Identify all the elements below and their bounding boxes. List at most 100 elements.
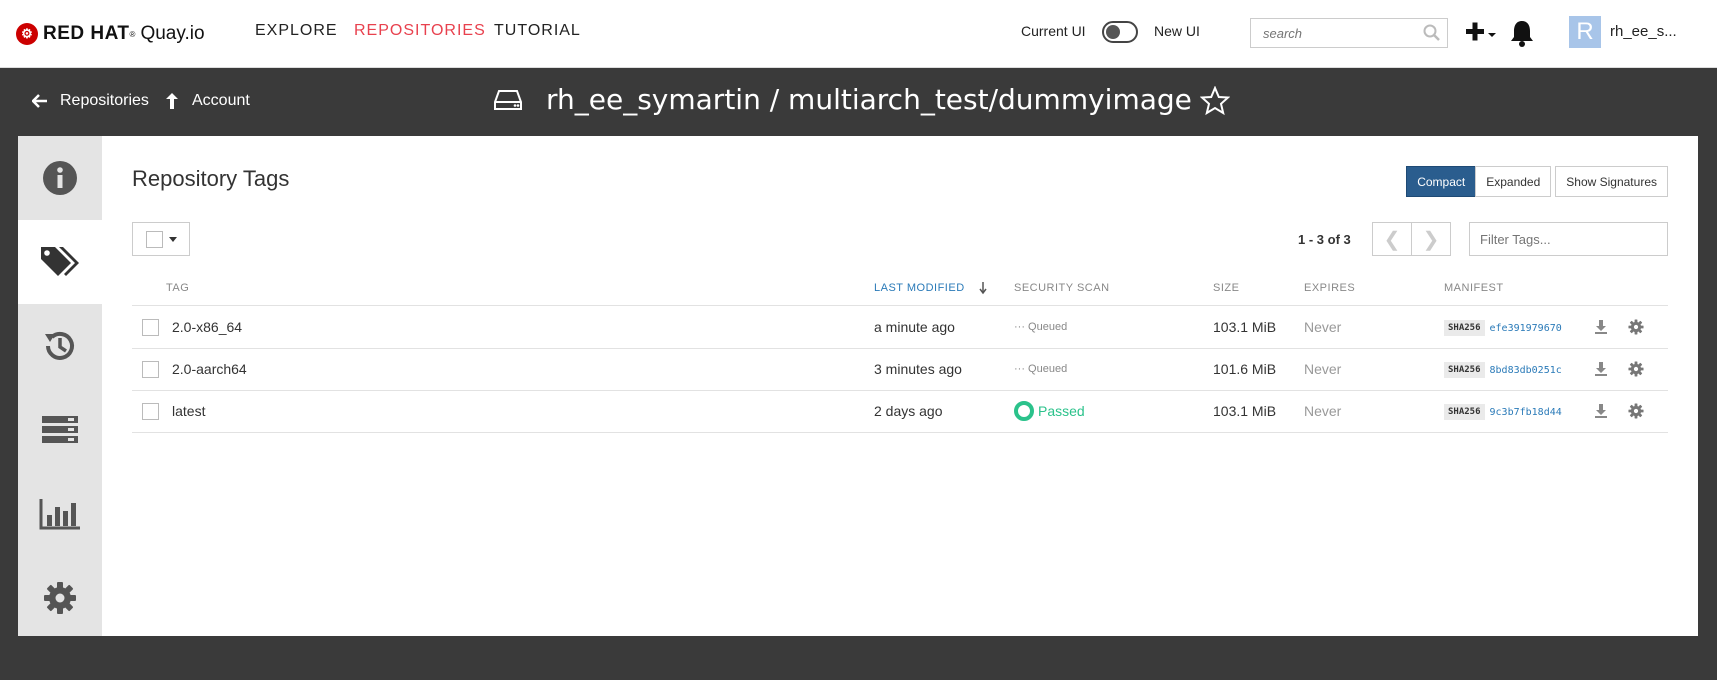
redhat-logo-icon: ⚙ [16, 23, 38, 45]
col-tag[interactable]: TAG [166, 282, 189, 294]
sidebar-item-settings[interactable] [18, 556, 102, 640]
select-all-checkbox[interactable] [145, 230, 163, 248]
tag-expires: Never [1304, 403, 1342, 419]
logo-brand: RED HAT [43, 23, 130, 44]
create-new-menu[interactable] [1464, 18, 1500, 48]
nav-repositories[interactable]: REPOSITORIES [354, 22, 486, 40]
expanded-view-button[interactable]: Expanded [1475, 166, 1552, 197]
tag-expires: Never [1304, 361, 1342, 377]
table-row: latest 2 days ago Passed 103.1 MiB Never… [132, 391, 1668, 433]
sort-down-icon[interactable] [978, 281, 988, 295]
pagination: ❮ ❯ [1372, 222, 1451, 256]
sha-label: SHA256 [1444, 320, 1485, 336]
tag-name[interactable]: latest [172, 403, 205, 419]
next-page-button[interactable]: ❯ [1411, 222, 1451, 256]
col-security-scan[interactable]: SECURITY SCAN [1014, 282, 1110, 294]
gear-icon[interactable] [1628, 361, 1644, 377]
level-up-icon [166, 93, 178, 109]
sha-value[interactable]: efe391979670 [1490, 323, 1562, 334]
sha-value[interactable]: 9c3b7fb18d44 [1490, 407, 1562, 418]
security-status: ··· Queued [1014, 363, 1068, 375]
col-expires[interactable]: EXPIRES [1304, 282, 1355, 294]
sha-value[interactable]: 8bd83db0251c [1490, 365, 1562, 376]
sidebar-item-info[interactable] [18, 136, 102, 220]
tag-name[interactable]: 2.0-x86_64 [172, 319, 242, 335]
scan-status-label: Passed [1038, 403, 1085, 419]
security-status: ··· Queued [1014, 321, 1068, 333]
gear-icon[interactable] [1628, 319, 1644, 335]
notifications-bell-icon[interactable] [1509, 18, 1535, 48]
row-checkbox[interactable] [142, 319, 159, 336]
nav-explore[interactable]: EXPLORE [255, 22, 338, 40]
prev-page-button[interactable]: ❮ [1372, 222, 1412, 256]
main-panel: Repository Tags Compact Expanded Show Si… [18, 136, 1698, 636]
username-menu[interactable]: rh_ee_s... [1610, 23, 1677, 40]
search-input[interactable] [1251, 19, 1421, 47]
row-checkbox[interactable] [142, 361, 159, 378]
tag-size: 101.6 MiB [1213, 361, 1277, 377]
table-row: 2.0-x86_64 a minute ago ··· Queued 103.1… [132, 307, 1668, 349]
sidebar-item-builds[interactable] [18, 388, 102, 472]
sha-label: SHA256 [1444, 404, 1485, 420]
account-label: Account [192, 92, 250, 109]
sidebar-item-history[interactable] [18, 304, 102, 388]
col-size[interactable]: SIZE [1213, 282, 1239, 294]
row-checkbox[interactable] [142, 403, 159, 420]
last-modified: 3 minutes ago [874, 361, 962, 377]
star-icon[interactable] [1200, 86, 1230, 116]
search-icon[interactable] [1423, 24, 1441, 42]
manifest-digest: SHA256 8bd83db0251c [1444, 362, 1562, 378]
tags-icon [41, 247, 79, 276]
gear-icon [44, 582, 76, 614]
new-ui-label: New UI [1154, 23, 1200, 39]
ui-toggle[interactable] [1102, 21, 1138, 43]
caret-down-icon [168, 236, 177, 242]
col-manifest: MANIFEST [1444, 282, 1504, 294]
arrow-left-icon [32, 94, 47, 108]
security-status[interactable]: Passed [1014, 401, 1085, 421]
tag-expires: Never [1304, 319, 1342, 335]
repo-title: rh_ee_symartin / multiarch_test/dummyima… [494, 83, 1192, 116]
filter-tags [1469, 222, 1668, 256]
builds-icon [42, 416, 78, 443]
bar-chart-icon [39, 499, 80, 530]
bulk-select-dropdown[interactable] [132, 222, 190, 256]
table-row: 2.0-aarch64 3 minutes ago ··· Queued 101… [132, 349, 1668, 391]
scan-status-label: Queued [1028, 363, 1068, 375]
plus-icon [1466, 22, 1496, 41]
logo-registered: ® [129, 29, 136, 39]
account-link[interactable]: Account [164, 92, 250, 110]
tags-content: Repository Tags Compact Expanded Show Si… [132, 136, 1668, 636]
table-header: TAG LAST MODIFIED SECURITY SCAN SIZE EXP… [132, 274, 1668, 306]
gear-icon[interactable] [1628, 403, 1644, 419]
show-signatures-button[interactable]: Show Signatures [1555, 166, 1668, 197]
tag-name[interactable]: 2.0-aarch64 [172, 361, 247, 377]
passed-ring-icon [1014, 401, 1034, 421]
search-box [1250, 18, 1448, 48]
sha-label: SHA256 [1444, 362, 1485, 378]
last-modified: a minute ago [874, 319, 955, 335]
toggle-knob [1106, 25, 1120, 39]
nav-tutorial[interactable]: TUTORIAL [494, 22, 581, 40]
avatar[interactable]: R [1569, 16, 1601, 48]
sidebar-item-tags[interactable] [18, 220, 102, 304]
current-ui-label: Current UI [1021, 23, 1086, 39]
col-last-modified[interactable]: LAST MODIFIED [874, 282, 965, 294]
info-icon [43, 161, 77, 195]
top-navbar: ⚙ RED HAT ® Quay.io EXPLORE REPOSITORIES… [0, 0, 1717, 68]
filter-tags-input[interactable] [1470, 223, 1667, 255]
manifest-digest: SHA256 9c3b7fb18d44 [1444, 404, 1562, 420]
quay-logo[interactable]: ⚙ RED HAT ® Quay.io [16, 22, 205, 46]
page-title: Repository Tags [132, 166, 290, 191]
tag-size: 103.1 MiB [1213, 403, 1277, 419]
download-icon[interactable] [1594, 361, 1608, 377]
compact-view-button[interactable]: Compact [1406, 166, 1477, 197]
repository-hdd-icon [494, 89, 522, 110]
page-count: 1 - 3 of 3 [1298, 232, 1351, 247]
manifest-digest: SHA256 efe391979670 [1444, 320, 1562, 336]
view-toggle-group: Compact Expanded Show Signatures [1406, 166, 1668, 197]
download-icon[interactable] [1594, 403, 1608, 419]
sidebar-item-usage[interactable] [18, 472, 102, 556]
back-to-repositories[interactable]: Repositories [32, 92, 149, 110]
download-icon[interactable] [1594, 319, 1608, 335]
